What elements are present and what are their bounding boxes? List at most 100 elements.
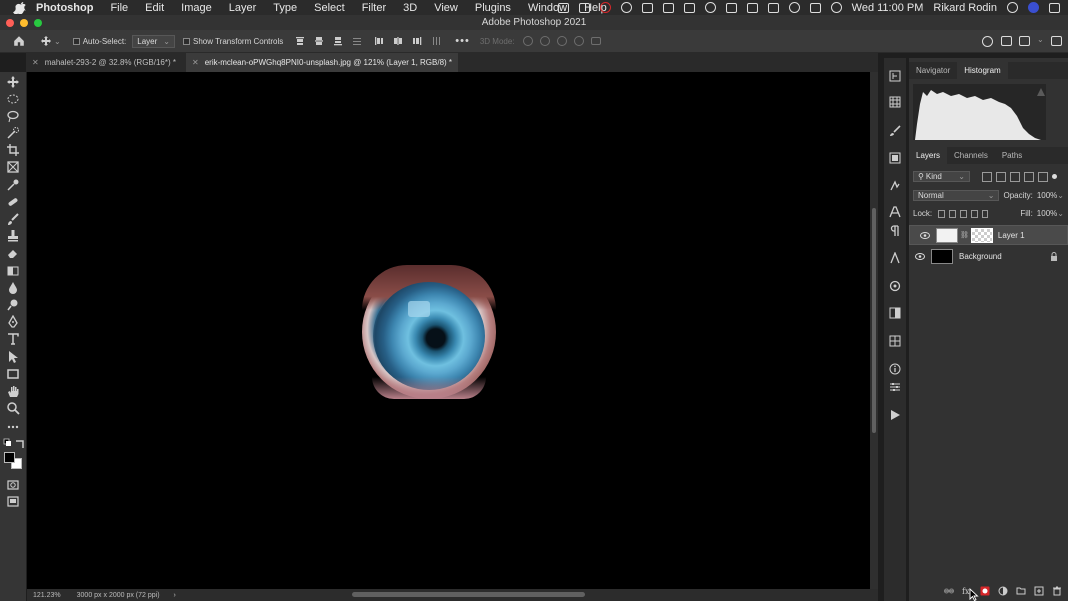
menu-filter[interactable]: Filter — [362, 2, 386, 14]
home-icon[interactable] — [13, 35, 25, 47]
swatches-icon[interactable] — [889, 335, 901, 347]
menu-select[interactable]: Select — [314, 2, 345, 14]
tab-layers[interactable]: Layers — [909, 147, 948, 164]
filter-toggle-icon[interactable] — [1052, 174, 1057, 179]
user-icon[interactable] — [982, 36, 993, 47]
volume-icon[interactable] — [725, 2, 737, 13]
airplay-icon[interactable] — [809, 2, 821, 13]
filter-adjustment-icon[interactable] — [996, 171, 1006, 182]
bookmark-icon[interactable] — [683, 2, 695, 13]
time-machine-icon[interactable] — [788, 2, 800, 13]
hand-tool-icon[interactable] — [6, 384, 20, 398]
move-tool-icon[interactable] — [6, 75, 20, 89]
adjustment-layer-icon[interactable] — [998, 586, 1008, 596]
control-center-icon[interactable] — [1049, 2, 1060, 13]
character-icon[interactable] — [889, 206, 901, 218]
crop-tool-icon[interactable] — [6, 143, 20, 157]
blend-mode-dropdown[interactable]: Normal ⌄ — [913, 190, 1000, 201]
distribute-horizontal-icon[interactable] — [431, 36, 441, 46]
filter-type-icon[interactable] — [1010, 171, 1020, 182]
type-tool-icon[interactable] — [6, 332, 20, 346]
opacity-value[interactable]: 100% — [1037, 191, 1057, 200]
align-left-icon[interactable] — [374, 36, 384, 46]
healing-brush-tool-icon[interactable] — [6, 195, 20, 209]
align-top-icon[interactable] — [295, 36, 305, 46]
menu-file[interactable]: File — [110, 2, 128, 14]
3d-pan-icon[interactable] — [556, 36, 567, 46]
bluetooth-icon[interactable] — [746, 2, 758, 13]
menu-3d[interactable]: 3D — [403, 2, 417, 14]
tab-paths[interactable]: Paths — [995, 147, 1029, 164]
filter-smart-object-icon[interactable] — [1038, 171, 1048, 182]
tab-erik-mclean[interactable]: ✕ erik-mclean-oPWGhq8PNI0-unsplash.jpg @… — [186, 53, 459, 72]
foreground-color-swatch[interactable] — [4, 452, 15, 463]
menu-plugins[interactable]: Plugins — [475, 2, 511, 14]
gradient-tool-icon[interactable] — [6, 264, 20, 278]
new-group-icon[interactable] — [1016, 586, 1026, 596]
dropbox-icon[interactable] — [557, 2, 569, 13]
fill-chevron-icon[interactable]: ⌄ — [1057, 209, 1064, 218]
layer-row-background[interactable]: Background — [909, 246, 1068, 266]
visibility-eye-icon[interactable] — [915, 252, 925, 260]
align-horizontal-center-icon[interactable] — [393, 36, 403, 46]
play-icon[interactable] — [889, 409, 901, 421]
close-tab-icon[interactable]: ✕ — [192, 58, 199, 67]
layer-filter-dropdown[interactable]: ⚲ Kind ⌄ — [913, 171, 970, 182]
tab-channels[interactable]: Channels — [947, 147, 995, 164]
3d-orbit-icon[interactable] — [522, 36, 533, 46]
status-chevron-icon[interactable]: › — [174, 592, 176, 599]
3d-roll-icon[interactable] — [539, 36, 550, 46]
lock-all-icon[interactable] — [981, 209, 989, 218]
share-icon[interactable] — [1051, 36, 1062, 46]
vertical-scroll-thumb[interactable] — [872, 208, 876, 433]
message-icon[interactable] — [662, 2, 674, 13]
close-tab-icon[interactable]: ✕ — [32, 58, 39, 67]
lock-transparent-icon[interactable] — [938, 209, 945, 218]
eraser-tool-icon[interactable] — [6, 246, 20, 260]
align-right-icon[interactable] — [412, 36, 422, 46]
layer-link-icon[interactable]: ⛓ — [960, 231, 969, 239]
siri-icon[interactable] — [1028, 2, 1039, 13]
vertical-scrollbar[interactable] — [870, 72, 878, 589]
search-icon[interactable] — [1001, 36, 1012, 46]
paragraph-icon[interactable] — [889, 225, 901, 237]
battery-icon[interactable] — [767, 2, 779, 13]
menu-image[interactable]: Image — [181, 2, 212, 14]
zoom-level[interactable]: 121.23% — [33, 592, 61, 599]
document-canvas[interactable] — [27, 72, 870, 589]
tab-navigator[interactable]: Navigator — [909, 62, 957, 79]
quick-selection-tool-icon[interactable] — [6, 126, 20, 140]
layer-name[interactable]: Layer 1 — [998, 231, 1025, 240]
swap-colors-icon[interactable] — [13, 438, 24, 452]
lock-artboard-icon[interactable] — [970, 209, 978, 218]
libraries-icon[interactable] — [889, 96, 901, 108]
visibility-eye-icon[interactable] — [920, 231, 930, 239]
filter-shape-icon[interactable] — [1024, 171, 1034, 182]
screen-mode-icon[interactable] — [6, 495, 20, 509]
creative-cloud-icon[interactable] — [599, 2, 611, 13]
grid-icon[interactable] — [578, 2, 590, 13]
fill-value[interactable]: 100% — [1037, 209, 1057, 218]
3d-panel-icon[interactable] — [889, 280, 901, 292]
lasso-tool-icon[interactable] — [6, 109, 20, 123]
quick-mask-icon[interactable] — [6, 478, 20, 492]
music-icon[interactable] — [704, 2, 716, 13]
tab-histogram[interactable]: Histogram — [957, 62, 1008, 79]
pen-tool-icon[interactable] — [6, 314, 20, 329]
info-icon[interactable] — [889, 363, 901, 375]
menu-view[interactable]: View — [434, 2, 458, 14]
dodge-tool-icon[interactable] — [6, 298, 20, 312]
auto-select-checkbox[interactable] — [72, 37, 80, 45]
sync-icon[interactable] — [620, 2, 632, 13]
show-transform-option[interactable]: Show Transform Controls — [183, 37, 283, 46]
layer-row-layer-1[interactable]: ⛓ Layer 1 — [909, 225, 1068, 245]
tab-mahalet[interactable]: ✕ mahalet-293-2 @ 32.8% (RGB/16*) * — [26, 53, 182, 72]
path-selection-tool-icon[interactable] — [6, 350, 20, 364]
blur-tool-icon[interactable] — [6, 281, 20, 295]
apple-icon[interactable] — [12, 1, 26, 14]
wifi-icon[interactable] — [830, 2, 842, 13]
history-icon[interactable] — [889, 70, 901, 82]
layer-thumbnail[interactable] — [936, 227, 958, 243]
menubar-clock[interactable]: Wed 11:00 PM — [852, 2, 924, 14]
opacity-chevron-icon[interactable]: ⌄ — [1057, 191, 1064, 200]
